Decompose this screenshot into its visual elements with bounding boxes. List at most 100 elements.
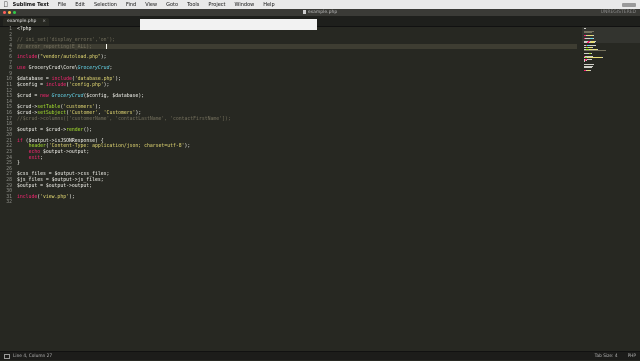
code-token: ); bbox=[103, 82, 110, 88]
menu-app-name[interactable]: Sublime Text bbox=[13, 2, 49, 8]
code-editor[interactable]: 1 2 3 4 5 6 7 8 9 10 11 12 13 14 15 16 1… bbox=[0, 27, 640, 351]
minimap-line bbox=[584, 71, 606, 72]
code-text-area[interactable]: <?php// ini_set('display_errors','on'); /… bbox=[17, 27, 577, 206]
code-token: ; bbox=[40, 155, 44, 161]
code-token: header bbox=[28, 144, 46, 150]
code-token: "vendor/autoload.php" bbox=[40, 54, 101, 60]
syntax-indicator[interactable]: PHP bbox=[628, 354, 636, 359]
code-token: ); bbox=[184, 144, 191, 150]
minimap-lines bbox=[582, 28, 606, 73]
menu-selection[interactable]: Selection bbox=[94, 2, 117, 8]
minimap-segment bbox=[595, 40, 596, 42]
code-token: $crud-> bbox=[17, 105, 38, 111]
window-title-bar: example.php UNREGISTERED bbox=[0, 9, 640, 16]
menubar-status-area bbox=[622, 0, 636, 9]
code-token: ); bbox=[95, 105, 101, 111]
tab-size-indicator[interactable]: Tab Size: 4 bbox=[595, 354, 618, 359]
code-token: GroceryCrud\Core\ bbox=[28, 66, 78, 72]
code-token: render bbox=[66, 127, 84, 133]
code-token: ); bbox=[115, 77, 121, 83]
menu-file[interactable]: File bbox=[58, 2, 66, 8]
menu-project[interactable]: Project bbox=[208, 2, 225, 8]
code-token: GroceryCrud bbox=[77, 66, 110, 72]
code-token: use bbox=[17, 66, 29, 72]
code-token: $output = $crud-> bbox=[17, 127, 67, 133]
code-token: ); bbox=[135, 110, 142, 116]
minimap-segment bbox=[593, 37, 594, 39]
code-token: 'Content-Type: application/json; charset… bbox=[48, 144, 185, 150]
code-token: ); bbox=[100, 54, 107, 60]
minimap-line bbox=[584, 50, 606, 52]
code-token: $output = $output->output; bbox=[17, 183, 93, 189]
code-line[interactable] bbox=[17, 200, 577, 206]
window-title: example.php UNREGISTERED bbox=[0, 9, 640, 16]
tab-label: example.php bbox=[7, 19, 37, 24]
code-token: GroceryCrud bbox=[51, 94, 84, 100]
menu-bar:  Sublime Text File Edit Selection Find … bbox=[0, 0, 640, 9]
code-token: exit bbox=[28, 155, 41, 161]
code-token: echo bbox=[28, 150, 44, 156]
menu-window[interactable]: Window bbox=[235, 2, 255, 8]
code-token: 'customers' bbox=[63, 105, 95, 111]
window-title-text: example.php bbox=[307, 10, 338, 15]
code-token: include bbox=[51, 77, 72, 83]
line-number-gutter: 1 2 3 4 5 6 7 8 9 10 11 12 13 14 15 16 1… bbox=[0, 27, 14, 351]
code-token: } bbox=[17, 161, 20, 167]
menu-view[interactable]: View bbox=[145, 2, 157, 8]
code-token: $config = bbox=[17, 82, 46, 88]
line-number: 32 bbox=[6, 200, 12, 206]
menu-find[interactable]: Find bbox=[126, 2, 136, 8]
code-token: <?php bbox=[17, 27, 32, 32]
code-token: 'config.php' bbox=[69, 82, 104, 88]
text-cursor bbox=[106, 43, 108, 49]
minimap-segment bbox=[584, 50, 606, 52]
menu-tools[interactable]: Tools bbox=[187, 2, 199, 8]
code-token: // error_reporting(E_ALL); bbox=[17, 44, 93, 50]
code-token: setSubject bbox=[37, 110, 67, 116]
minimap-segment bbox=[586, 59, 587, 61]
minimap-segment bbox=[584, 28, 586, 29]
minimap-segment bbox=[584, 32, 592, 34]
code-token: new bbox=[40, 94, 52, 100]
status-icons[interactable] bbox=[622, 2, 636, 7]
code-token: 'Customer' bbox=[69, 110, 98, 116]
minimap-segment bbox=[584, 61, 585, 63]
apple-logo-icon[interactable]:  bbox=[4, 1, 8, 8]
minimap-segment bbox=[594, 41, 595, 43]
minimap[interactable] bbox=[582, 27, 640, 351]
minimap-segment bbox=[584, 66, 592, 68]
close-tab-icon[interactable]: × bbox=[42, 18, 46, 26]
code-token: ($config, $database); bbox=[83, 94, 145, 100]
code-token: $js_files = $output->js_files; bbox=[17, 178, 104, 184]
code-token: $css_files = $output->css_files; bbox=[17, 172, 110, 178]
code-token: 'view.php' bbox=[40, 194, 69, 200]
cursor-position: Line 4, Column 27 bbox=[13, 353, 53, 359]
code-token: include bbox=[45, 82, 67, 88]
menu-edit[interactable]: Edit bbox=[75, 2, 85, 8]
minimap-segment bbox=[590, 69, 591, 71]
unregistered-label: UNREGISTERED bbox=[600, 10, 636, 15]
minimap-segment bbox=[591, 53, 592, 55]
file-icon bbox=[302, 9, 306, 14]
minimap-segment bbox=[602, 57, 603, 59]
code-token: ); bbox=[69, 194, 75, 200]
code-token: 'database.php' bbox=[74, 77, 116, 83]
code-token: $database = bbox=[17, 77, 52, 83]
tab-example-php[interactable]: example.php × bbox=[3, 18, 49, 26]
code-token: include bbox=[17, 54, 38, 60]
code-token: include bbox=[17, 194, 38, 200]
minimap-segment bbox=[590, 44, 596, 46]
menu-goto[interactable]: Goto bbox=[166, 2, 178, 8]
code-token: setTable bbox=[37, 105, 61, 111]
code-token: $crud-> bbox=[17, 110, 38, 116]
code-token: $crud = bbox=[17, 94, 41, 100]
overlay-input-panel[interactable] bbox=[140, 19, 317, 30]
tab-strip: example.php × bbox=[0, 16, 640, 27]
minimap-segment bbox=[587, 58, 592, 60]
code-token: // ini_set('display_errors','on'); bbox=[17, 38, 116, 44]
panel-toggle-icon[interactable] bbox=[4, 353, 10, 359]
code-token: //$crud->columns(['customerName', 'conta… bbox=[17, 116, 231, 122]
menu-help[interactable]: Help bbox=[263, 2, 274, 8]
